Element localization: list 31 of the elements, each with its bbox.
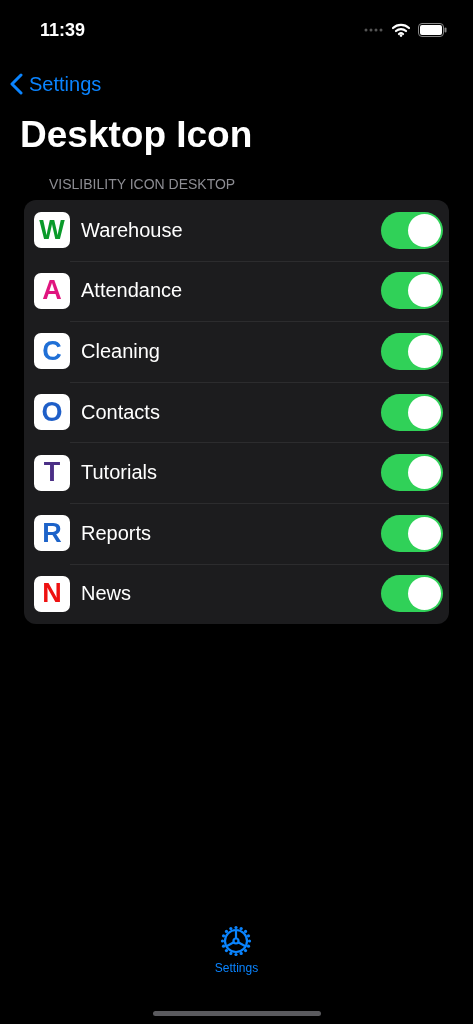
app-name: Contacts: [81, 400, 161, 424]
settings-icon: [220, 925, 253, 957]
status-time: 11:39: [40, 19, 86, 41]
toggle-switch[interactable]: [381, 211, 443, 249]
page-title: Desktop Icon: [20, 114, 254, 156]
toggle-switch[interactable]: [381, 454, 443, 492]
app-name: Tutorials: [81, 461, 158, 485]
app-logo: C: [34, 333, 70, 370]
signal-icon: [364, 28, 384, 32]
toggle-switch[interactable]: [381, 333, 443, 370]
section-header: VISLIBILITY ICON DESKTOP: [49, 176, 237, 192]
app-logo: T: [34, 454, 70, 491]
app-logo: N: [34, 575, 70, 612]
app-logo: R: [34, 515, 70, 552]
app-name: Attendance: [81, 279, 184, 303]
toggle-switch[interactable]: [381, 393, 443, 431]
battery-icon: [418, 23, 447, 37]
app-logo: W: [34, 212, 70, 249]
app-name: News: [81, 582, 132, 606]
app-logo: O: [34, 394, 70, 431]
app-name: Reports: [81, 521, 153, 545]
chevron-left-icon: [10, 73, 23, 95]
toggle-switch[interactable]: [381, 272, 443, 310]
back-button[interactable]: Settings: [10, 72, 102, 96]
toggle-switch[interactable]: [381, 575, 443, 613]
app-name: Warehouse: [81, 218, 184, 242]
app-logo: A: [34, 272, 70, 309]
app-name: Cleaning: [81, 340, 161, 363]
toggle-switch[interactable]: [381, 514, 443, 552]
wifi-icon: [392, 23, 410, 37]
tab-item[interactable]: Settings: [214, 925, 259, 975]
